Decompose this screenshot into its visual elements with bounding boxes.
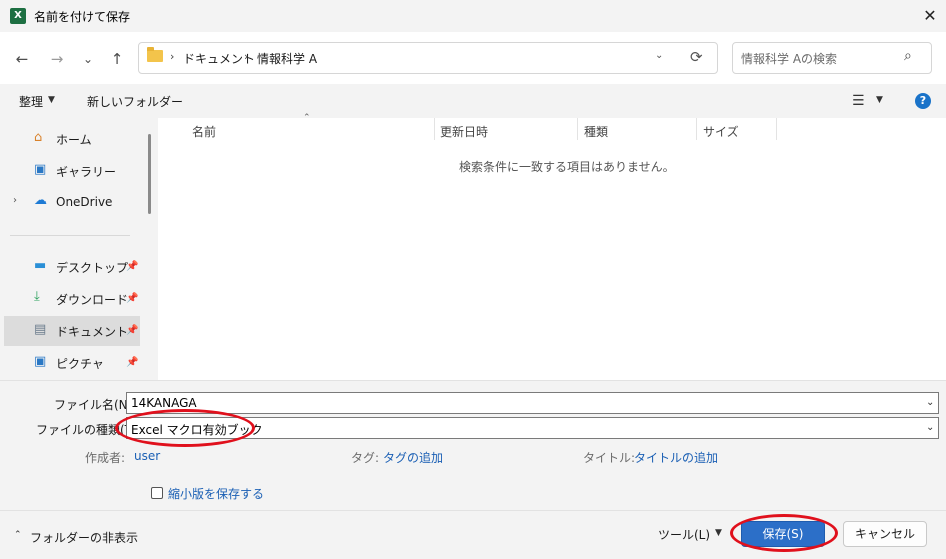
sidebar-item-label: ホーム <box>56 133 92 147</box>
save-highlight-circle <box>730 514 838 552</box>
sidebar-item-onedrive[interactable]: › ☁ OneDrive <box>4 188 140 218</box>
sidebar-item-label: OneDrive <box>56 195 113 209</box>
sidebar-item-desktop[interactable]: ▬ デスクトップ 📌 <box>4 252 140 282</box>
help-icon[interactable]: ? <box>915 93 931 109</box>
pin-icon[interactable]: 📌 <box>126 357 138 368</box>
title-label: タイトル: <box>583 451 636 465</box>
column-header-size[interactable]: サイズ <box>703 123 739 140</box>
title-value[interactable]: タイトルの追加 <box>634 449 718 466</box>
caret-down-icon[interactable]: ▼ <box>715 528 722 538</box>
sidebar-item-label: ドキュメント <box>56 325 129 339</box>
sidebar-item-label: ダウンロード <box>56 293 129 307</box>
column-header-modified[interactable]: 更新日時 <box>440 123 488 140</box>
download-icon: ⤓ <box>34 289 40 304</box>
filename-field[interactable] <box>126 392 939 414</box>
save-thumbnail-checkbox[interactable] <box>151 487 163 499</box>
hide-folders-button[interactable]: フォルダーの非表示 <box>30 529 138 546</box>
tools-button[interactable]: ツール(L) <box>658 526 710 543</box>
up-button[interactable]: ↑ <box>106 48 128 70</box>
author-value[interactable]: user <box>134 449 160 463</box>
column-divider[interactable] <box>696 118 697 140</box>
divider <box>0 510 946 511</box>
cancel-button[interactable]: キャンセル <box>843 521 927 547</box>
window-title: 名前を付けて保存 <box>34 10 131 24</box>
excel-app-icon: X <box>10 8 26 24</box>
search-input[interactable]: 情報科学 Aの検索 <box>741 50 837 67</box>
gallery-icon: ▣ <box>34 162 47 177</box>
chevron-down-icon[interactable]: ⌄ <box>926 397 934 408</box>
divider <box>10 235 130 236</box>
caret-down-icon[interactable]: ▼ <box>48 95 55 105</box>
column-divider[interactable] <box>776 118 777 140</box>
chevron-right-icon: › <box>170 50 175 63</box>
save-thumbnail-label[interactable]: 縮小版を保存する <box>168 485 264 502</box>
sidebar-item-label: ピクチャ <box>56 357 104 371</box>
filename-label: ファイル名(N): <box>54 398 137 412</box>
tags-label: タグ: <box>351 451 380 465</box>
filetype-highlight-circle <box>115 409 255 447</box>
organize-button[interactable]: 整理 <box>19 93 43 110</box>
filename-value[interactable]: 14KANAGA <box>131 396 197 410</box>
chevron-right-icon[interactable]: › <box>13 195 17 206</box>
desktop-icon: ▬ <box>34 258 47 273</box>
chevron-right-icon: › <box>244 50 249 63</box>
author-label: 作成者: <box>85 451 126 465</box>
chevron-down-icon[interactable]: ⌄ <box>926 422 934 433</box>
column-header-name[interactable]: 名前 <box>192 123 216 140</box>
sidebar-item-downloads[interactable]: ⤓ ダウンロード 📌 <box>4 284 140 314</box>
sidebar-item-home[interactable]: ⌂ ホーム <box>4 124 140 154</box>
sidebar-item-gallery[interactable]: ▣ ギャラリー <box>4 156 140 186</box>
sidebar-item-pictures[interactable]: ▣ ピクチャ 📌 <box>4 348 140 378</box>
column-header-type[interactable]: 種類 <box>584 123 608 140</box>
cloud-icon: ☁ <box>34 193 47 208</box>
breadcrumb-current-folder[interactable]: 情報科学 A <box>257 50 317 67</box>
title-bar <box>0 0 946 32</box>
sidebar-item-documents[interactable]: ▤ ドキュメント 📌 <box>4 316 140 346</box>
pictures-icon: ▣ <box>34 354 47 369</box>
pin-icon[interactable]: 📌 <box>126 325 138 336</box>
tags-value[interactable]: タグの追加 <box>383 449 443 466</box>
document-icon: ▤ <box>34 322 47 337</box>
empty-folder-message: 検索条件に一致する項目はありません。 <box>459 160 675 174</box>
recent-locations-button[interactable]: ⌄ <box>77 48 99 70</box>
sidebar-item-label: ギャラリー <box>56 165 117 179</box>
new-folder-button[interactable]: 新しいフォルダー <box>87 93 183 110</box>
chevron-up-icon[interactable]: ⌃ <box>14 530 22 540</box>
chevron-down-icon[interactable]: ⌄ <box>655 50 663 61</box>
close-button[interactable]: ✕ <box>916 4 944 28</box>
pin-icon[interactable]: 📌 <box>126 293 138 304</box>
home-icon: ⌂ <box>34 130 43 145</box>
forward-button[interactable]: → <box>46 48 68 70</box>
sort-ascending-icon: ⌃ <box>303 113 311 123</box>
refresh-icon[interactable]: ⟳ <box>690 48 703 66</box>
column-divider[interactable] <box>434 118 435 140</box>
caret-down-icon[interactable]: ▼ <box>876 95 883 105</box>
back-button[interactable]: ← <box>11 48 33 70</box>
view-options-icon[interactable]: ☰ <box>852 93 865 109</box>
search-icon[interactable]: ⌕ <box>904 48 912 64</box>
sidebar-item-label: デスクトップ <box>56 261 129 275</box>
navigation-scrollbar[interactable] <box>148 134 151 214</box>
column-divider[interactable] <box>577 118 578 140</box>
folder-icon <box>147 47 163 62</box>
pin-icon[interactable]: 📌 <box>126 261 138 272</box>
